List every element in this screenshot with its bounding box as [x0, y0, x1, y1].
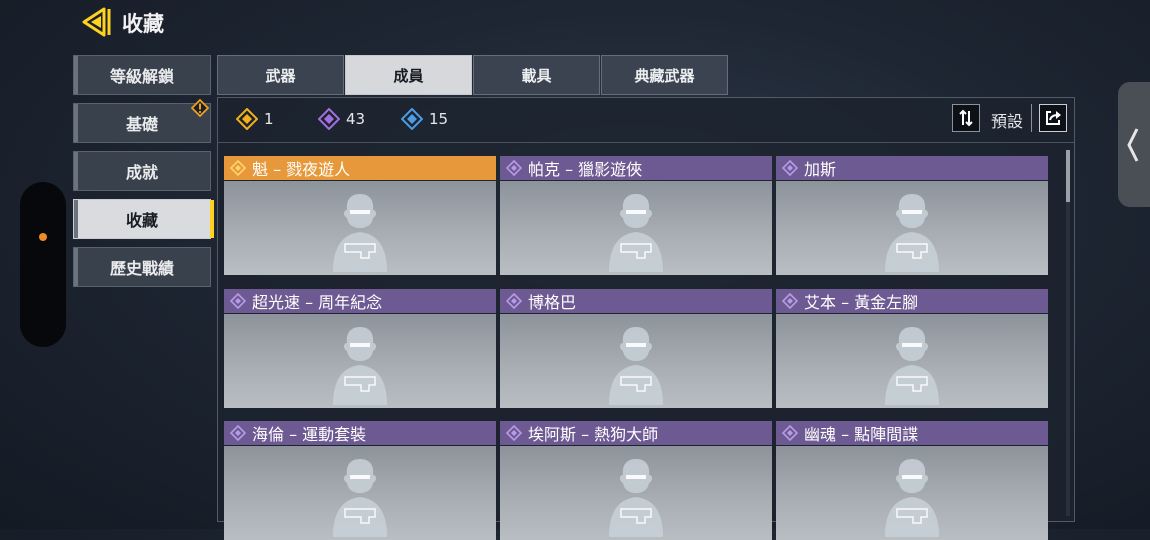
- operator-silhouette-icon: [609, 194, 663, 272]
- sort-button[interactable]: [952, 104, 980, 132]
- operator-name: 幽魂 – 點陣間諜: [804, 425, 919, 444]
- tab-operators[interactable]: 成員: [345, 55, 472, 95]
- operator-silhouette-icon: [333, 194, 387, 272]
- operator-card[interactable]: 加斯: [776, 156, 1048, 275]
- sidebar-item-label: 基礎: [125, 115, 158, 134]
- operator-name: 海倫 – 運動套裝: [252, 425, 367, 444]
- rarity-diamond-icon: [782, 293, 798, 309]
- toolbar-separator: [1031, 104, 1032, 132]
- sort-arrows-icon: [959, 109, 973, 127]
- side-drawer-handle[interactable]: [1118, 82, 1150, 207]
- operator-card[interactable]: 超光速 – 周年紀念: [224, 289, 496, 408]
- tab-label: 載具: [521, 66, 552, 85]
- operator-card[interactable]: 艾本 – 黃金左腳: [776, 289, 1048, 408]
- rarity-diamond-icon: [506, 160, 522, 176]
- tab-vehicles[interactable]: 載具: [473, 55, 600, 95]
- side-rail[interactable]: [20, 182, 66, 347]
- divider: [218, 142, 1074, 143]
- legendary-count-value: 1: [264, 110, 274, 128]
- sidebar-item-collection[interactable]: 收藏: [73, 199, 214, 239]
- operator-card-header: 加斯: [776, 156, 1048, 180]
- sidebar-item-achievements[interactable]: 成就: [73, 151, 211, 191]
- operator-card-body: [224, 181, 496, 275]
- sidebar-item-label: 成就: [125, 163, 158, 182]
- operator-card-header: 海倫 – 運動套裝: [224, 421, 496, 445]
- sidebar-item-level-unlock[interactable]: 等級解鎖: [73, 55, 211, 95]
- operator-card-body: [500, 181, 772, 275]
- operator-name: 帕克 – 獵影遊俠: [528, 160, 643, 179]
- rarity-diamond-icon: [506, 425, 522, 441]
- operator-card[interactable]: 魁 – 戮夜遊人: [224, 156, 496, 275]
- scrollbar-track[interactable]: [1066, 150, 1070, 516]
- operator-card-body: [500, 446, 772, 540]
- operator-card-header: 博格巴: [500, 289, 772, 313]
- operator-silhouette-icon: [333, 459, 387, 537]
- operator-card[interactable]: 帕克 – 獵影遊俠: [500, 156, 772, 275]
- rarity-diamond-icon: [782, 425, 798, 441]
- operator-card-body: [224, 314, 496, 408]
- operator-card[interactable]: 海倫 – 運動套裝: [224, 421, 496, 540]
- operator-silhouette-icon: [609, 459, 663, 537]
- scrollbar-thumb[interactable]: [1066, 150, 1070, 202]
- operator-name: 加斯: [804, 160, 837, 179]
- sidebar-item-history[interactable]: 歷史戰績: [73, 247, 211, 287]
- sidebar-item-label: 收藏: [125, 211, 158, 230]
- operator-card-header: 超光速 – 周年紀念: [224, 289, 496, 313]
- operator-silhouette-icon: [885, 459, 939, 537]
- operator-card-header: 幽魂 – 點陣間諜: [776, 421, 1048, 445]
- operator-name: 超光速 – 周年紀念: [252, 293, 383, 312]
- tab-label: 成員: [393, 66, 424, 85]
- operator-card-header: 艾本 – 黃金左腳: [776, 289, 1048, 313]
- alert-icon: [191, 99, 209, 117]
- operator-card[interactable]: 博格巴: [500, 289, 772, 408]
- sidebar-item-label: 等級解鎖: [109, 67, 174, 86]
- rarity-diamond-icon: [506, 293, 522, 309]
- operator-name: 魁 – 戮夜遊人: [252, 160, 351, 179]
- operator-card-header: 魁 – 戮夜遊人: [224, 156, 496, 180]
- operator-silhouette-icon: [885, 327, 939, 405]
- rarity-diamond-icon: [230, 293, 246, 309]
- share-icon: [1046, 111, 1061, 125]
- back-arrow-icon[interactable]: [80, 7, 112, 37]
- notification-dot: [39, 233, 47, 241]
- rarity-diamond-icon: [230, 425, 246, 441]
- rarity-diamond-icon: [782, 160, 798, 176]
- tab-label: 典藏武器: [634, 66, 695, 85]
- operator-name: 博格巴: [528, 293, 577, 312]
- operator-silhouette-icon: [609, 327, 663, 405]
- page-title: 收藏: [122, 12, 164, 36]
- epic-count: 43: [318, 108, 365, 130]
- legendary-diamond-icon: [236, 108, 258, 130]
- operator-card[interactable]: 幽魂 – 點陣間諜: [776, 421, 1048, 540]
- operator-name: 艾本 – 黃金左腳: [804, 293, 919, 312]
- operator-card-body: [776, 181, 1048, 275]
- epic-diamond-icon: [318, 108, 340, 130]
- rare-count-value: 15: [429, 110, 449, 128]
- operator-card-body: [224, 446, 496, 540]
- operator-card-header: 帕克 – 獵影遊俠: [500, 156, 772, 180]
- epic-count-value: 43: [346, 110, 366, 128]
- operator-card-header: 埃阿斯 – 熱狗大師: [500, 421, 772, 445]
- tab-label: 武器: [265, 66, 296, 85]
- tab-weapons[interactable]: 武器: [217, 55, 344, 95]
- sort-label[interactable]: 預設: [991, 108, 1023, 132]
- chevron-left-icon: [1127, 127, 1139, 162]
- operator-silhouette-icon: [885, 194, 939, 272]
- operator-card-body: [776, 314, 1048, 408]
- operator-card-body: [500, 314, 772, 408]
- operator-card[interactable]: 埃阿斯 – 熱狗大師: [500, 421, 772, 540]
- tab-mythic-weapons[interactable]: 典藏武器: [601, 55, 728, 95]
- rare-count: 15: [401, 108, 448, 130]
- sidebar-item-label: 歷史戰績: [109, 259, 174, 278]
- share-button[interactable]: [1039, 104, 1067, 132]
- rarity-diamond-icon: [230, 160, 246, 176]
- operator-card-body: [776, 446, 1048, 540]
- legendary-count: 1: [236, 108, 274, 130]
- rare-diamond-icon: [401, 108, 423, 130]
- operator-name: 埃阿斯 – 熱狗大師: [528, 425, 659, 444]
- operator-silhouette-icon: [333, 327, 387, 405]
